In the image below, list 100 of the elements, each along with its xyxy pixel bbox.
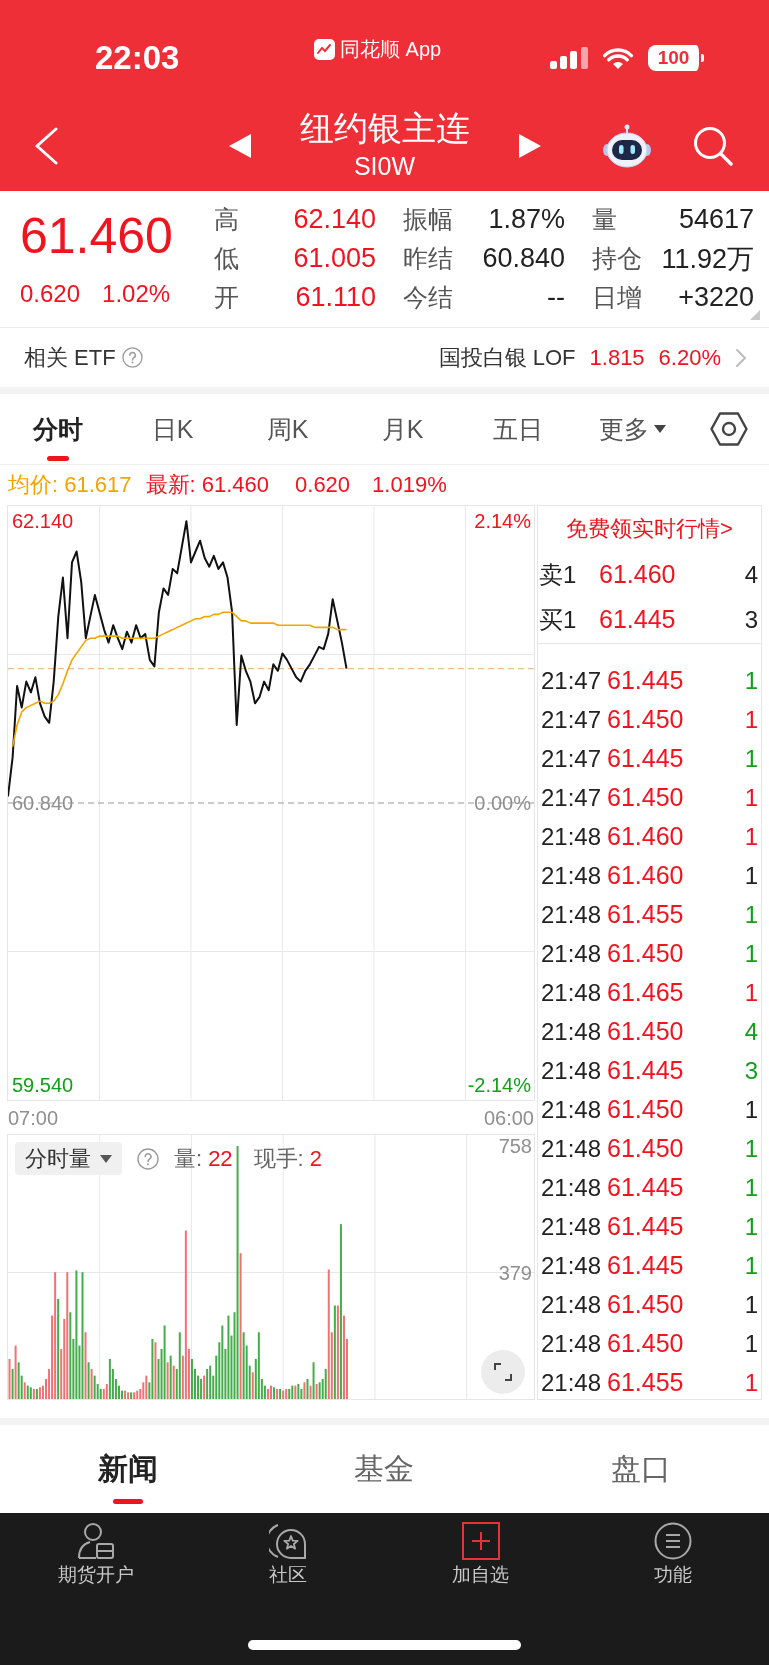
price-axis-label: 62.140 <box>12 510 74 533</box>
stat-value: -- <box>547 282 565 313</box>
stat-value: 61.005 <box>293 243 376 274</box>
trade-volume: 1 <box>744 1173 758 1202</box>
stat-label: 低 <box>214 243 239 274</box>
stat-value: 60.840 <box>482 243 565 274</box>
trade-volume: 1 <box>744 666 758 695</box>
trade-price: 61.450 <box>607 705 684 734</box>
trade-price: 61.450 <box>607 1134 684 1163</box>
chart-tab[interactable]: 周K <box>230 394 345 464</box>
etf-label: 相关 ETF <box>24 343 116 372</box>
trade-volume: 1 <box>744 861 758 890</box>
latest-change: 0.620 <box>295 472 351 498</box>
latest-price: 最新: 61.460 <box>145 471 270 499</box>
trade-volume: 1 <box>744 705 758 734</box>
trade-time: 21:47 <box>541 705 602 734</box>
trade-time: 21:48 <box>541 900 602 929</box>
wifi-icon <box>601 46 635 70</box>
latest-percent: 1.019% <box>372 472 447 498</box>
detail-tab[interactable]: 盘口 <box>512 1425 769 1513</box>
nav-item[interactable]: 功能 <box>653 1522 692 1586</box>
caret-icon <box>100 1154 112 1163</box>
app-name: 同花顺 App <box>340 37 442 61</box>
stat-value: 62.140 <box>293 204 376 235</box>
volume-type-dropdown[interactable]: 分时量 <box>15 1142 122 1175</box>
trade-price: 61.455 <box>607 900 684 929</box>
level-label: 卖1 <box>539 559 577 590</box>
average-price: 均价: 61.617 <box>8 471 132 499</box>
stat-value: 54617 <box>678 204 754 235</box>
help-icon[interactable] <box>121 347 143 368</box>
trade-time: 21:47 <box>541 744 602 773</box>
trade-time: 21:47 <box>541 666 602 695</box>
status-time: 22:03 <box>95 38 180 78</box>
back-icon <box>34 126 58 165</box>
current-hand-label: 现手: <box>253 1144 304 1173</box>
trade-price: 61.460 <box>607 822 684 851</box>
last-price: 61.460 <box>20 207 173 266</box>
chart-tab[interactable]: 月K <box>345 394 460 464</box>
level-label: 买1 <box>539 604 577 635</box>
trade-time: 21:48 <box>541 1251 602 1280</box>
stat-value: +3220 <box>678 282 754 313</box>
detail-tab[interactable]: 基金 <box>256 1425 513 1513</box>
trade-price: 61.445 <box>607 666 684 695</box>
chart-tab[interactable]: 五日 <box>460 394 575 464</box>
level-volume: 4 <box>744 560 758 589</box>
trade-volume: 3 <box>744 1056 758 1085</box>
stat-label: 振幅 <box>403 204 453 235</box>
trade-volume: 1 <box>744 1329 758 1358</box>
trade-price: 61.450 <box>607 1329 684 1358</box>
trade-volume: 4 <box>744 1017 758 1046</box>
trade-time: 21:48 <box>541 1173 602 1202</box>
trade-time: 21:48 <box>541 1095 602 1124</box>
trade-price: 61.450 <box>607 1017 684 1046</box>
star-bubble-icon <box>269 1522 308 1560</box>
stat-label: 高 <box>214 204 239 235</box>
chart-tab[interactable]: 更多 <box>575 394 690 464</box>
time-axis-label: 06:00 <box>483 1106 534 1129</box>
right-triangle-icon[interactable] <box>518 133 541 158</box>
stat-value: 11.92万 <box>661 242 754 276</box>
trade-time: 21:48 <box>541 1056 602 1085</box>
time-axis-label: 07:00 <box>8 1106 59 1129</box>
trade-volume: 1 <box>744 1251 758 1280</box>
nav-item[interactable]: 期货开户 <box>58 1522 135 1586</box>
menu-icon <box>653 1522 692 1560</box>
help-icon[interactable] <box>137 1147 159 1170</box>
trade-price: 61.450 <box>607 1290 684 1319</box>
nav-item[interactable]: 加自选 <box>452 1522 510 1586</box>
trade-time: 21:48 <box>541 1329 602 1358</box>
stat-label: 昨结 <box>403 243 453 274</box>
volume-axis-label: 379 <box>498 1261 532 1284</box>
level-price: 61.460 <box>599 560 676 589</box>
contract-code: SI0W <box>353 150 416 181</box>
level-price: 61.445 <box>599 605 676 634</box>
trade-volume: 1 <box>744 1212 758 1241</box>
left-triangle-icon[interactable] <box>228 133 251 158</box>
nav-item[interactable]: 社区 <box>269 1522 308 1586</box>
search-icon[interactable] <box>693 125 733 166</box>
detail-tab[interactable]: 新闻 <box>0 1425 257 1513</box>
trade-time: 21:48 <box>541 939 602 968</box>
percent-axis-label: 2.14% <box>474 510 531 533</box>
volume-label: 量: <box>174 1144 203 1173</box>
expand-button[interactable] <box>481 1350 525 1394</box>
trade-volume: 1 <box>744 900 758 929</box>
volume-value: 22 <box>208 1145 233 1172</box>
trade-price: 61.445 <box>607 744 684 773</box>
trade-price: 61.450 <box>607 783 684 812</box>
robot-icon[interactable] <box>603 123 651 168</box>
percent-axis-label: -2.14% <box>467 1073 531 1096</box>
percent-axis-label: 0.00% <box>474 792 531 814</box>
chart-tab[interactable]: 日K <box>115 394 230 464</box>
trade-price: 61.455 <box>607 1368 684 1397</box>
trade-volume: 1 <box>744 1368 758 1397</box>
chart-tab[interactable]: 分时 <box>0 394 115 464</box>
trade-time: 21:48 <box>541 861 602 890</box>
trade-volume: 1 <box>744 783 758 812</box>
trade-volume: 1 <box>744 822 758 851</box>
corner-grip-icon <box>750 310 760 320</box>
price-axis-label: 59.540 <box>12 1073 74 1096</box>
free-quote-link[interactable]: 免费领实时行情> <box>538 506 761 552</box>
trade-volume: 1 <box>744 978 758 1007</box>
